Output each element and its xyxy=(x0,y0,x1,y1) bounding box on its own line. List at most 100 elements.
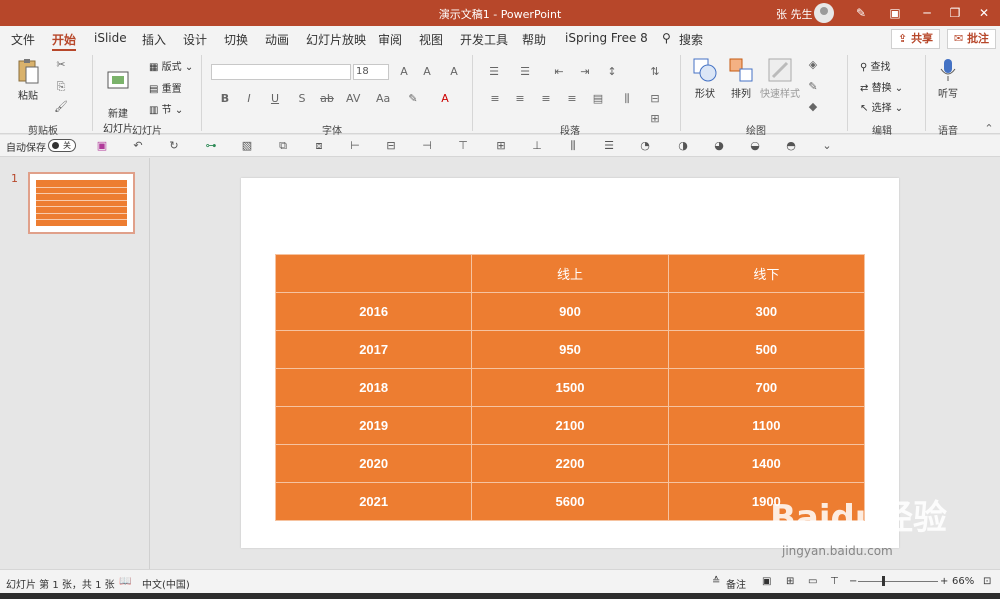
slideshow-icon[interactable]: ⊤ xyxy=(830,576,839,587)
ruler-icon[interactable]: ⊶ xyxy=(204,139,218,153)
align-left-objects-icon[interactable]: ⊢ xyxy=(348,139,362,153)
align-center-objects-icon[interactable]: ⊟ xyxy=(384,139,398,153)
align-right-objects-icon[interactable]: ⊣ xyxy=(420,139,434,153)
language-indicator[interactable]: 中文(中国) xyxy=(142,576,190,591)
tab-file[interactable]: 文件 xyxy=(11,31,35,48)
ribbon-display-icon[interactable]: ▣ xyxy=(886,4,904,22)
union-icon[interactable]: ◑ xyxy=(676,139,690,153)
table-cell[interactable]: 950 xyxy=(471,330,669,369)
distribute-vertical-icon[interactable]: ☰ xyxy=(602,139,616,153)
replace-button[interactable]: ⇄ 替换 ⌄ xyxy=(860,79,903,94)
change-case-icon[interactable]: Aa xyxy=(376,93,390,105)
group-icon[interactable]: ⧉ xyxy=(276,139,290,153)
distribute-horizontal-icon[interactable]: ⫼ xyxy=(566,139,580,153)
table-header-cell[interactable] xyxy=(274,254,473,293)
share-button[interactable]: ⇪ 共享 xyxy=(891,29,941,49)
tab-view[interactable]: 视图 xyxy=(419,31,443,48)
bullets-icon[interactable]: ☰ xyxy=(487,66,501,78)
avatar[interactable] xyxy=(814,3,834,23)
table-cell[interactable]: 2019 xyxy=(274,406,473,445)
highlight-icon[interactable]: ✎ xyxy=(406,93,420,105)
table-cell[interactable]: 2017 xyxy=(274,330,473,369)
table-cell[interactable]: 1500 xyxy=(471,368,669,407)
shapes-button[interactable]: 形状 xyxy=(690,57,720,100)
line-spacing-icon[interactable]: ↕ xyxy=(605,66,619,78)
paste-button[interactable]: 粘贴 xyxy=(14,57,42,102)
table-header-cell[interactable]: 线上 xyxy=(471,254,669,293)
normal-view-icon[interactable]: ▣ xyxy=(762,576,771,587)
align-center-icon[interactable]: ≡ xyxy=(513,93,527,105)
underline-icon[interactable]: U xyxy=(268,93,282,105)
zoom-slider[interactable] xyxy=(858,581,938,582)
search-label[interactable]: 搜索 xyxy=(679,31,703,48)
zoom-slider-thumb[interactable] xyxy=(882,576,885,586)
data-table[interactable]: 线上 线下 2016 900 300 2017 950 500 2018 150… xyxy=(274,254,866,521)
tab-home[interactable]: 开始 xyxy=(52,31,77,51)
spellcheck-icon[interactable]: 📖 xyxy=(119,576,131,587)
char-spacing-icon[interactable]: AV xyxy=(346,93,360,105)
cut-icon[interactable]: ✂ xyxy=(54,59,68,71)
dictate-button[interactable]: 听写 xyxy=(933,57,963,100)
shape-outline-icon[interactable]: ✎ xyxy=(806,81,820,93)
select-button[interactable]: ↖ 选择 ⌄ xyxy=(860,99,903,114)
bold-icon[interactable]: B xyxy=(218,93,232,105)
shape-effects-icon[interactable]: ◆ xyxy=(806,101,820,113)
align-text-icon[interactable]: ⊟ xyxy=(648,93,662,105)
table-cell[interactable]: 1100 xyxy=(667,406,866,445)
find-button[interactable]: ⚲ 查找 xyxy=(860,58,891,73)
zoom-out-icon[interactable]: − xyxy=(849,576,857,587)
grow-font-icon[interactable]: A xyxy=(397,66,411,78)
table-cell[interactable]: 500 xyxy=(667,330,866,369)
undo-icon[interactable]: ↶ xyxy=(131,139,145,153)
table-cell[interactable]: 2020 xyxy=(274,444,473,483)
copy-icon[interactable]: ⎘ xyxy=(54,81,68,93)
table-cell[interactable]: 2100 xyxy=(471,406,669,445)
intersect-icon[interactable]: ◒ xyxy=(748,139,762,153)
search-icon[interactable]: ⚲ xyxy=(662,31,671,45)
smartart-icon[interactable]: ⊞ xyxy=(648,113,662,125)
table-cell[interactable]: 2016 xyxy=(274,292,473,331)
tab-review[interactable]: 审阅 xyxy=(378,31,402,48)
italic-icon[interactable]: I xyxy=(242,93,256,105)
table-cell[interactable]: 300 xyxy=(667,292,866,331)
redo-icon[interactable]: ↻ xyxy=(167,139,181,153)
tab-ispring[interactable]: iSpring Free 8 xyxy=(565,31,648,45)
notes-button[interactable]: 备注 xyxy=(726,576,746,591)
fit-slide-icon[interactable]: ⊡ xyxy=(983,576,991,587)
format-painter-icon[interactable]: 🖌 xyxy=(54,101,68,113)
shrink-font-icon[interactable]: A xyxy=(420,66,434,78)
shape-fill-icon[interactable]: ◈ xyxy=(806,59,820,71)
comment-button[interactable]: ✉ 批注 xyxy=(947,29,997,49)
font-color-icon[interactable]: A xyxy=(438,93,452,105)
font-size-input[interactable]: 18 xyxy=(353,64,389,80)
insert-shape-icon[interactable]: ▧ xyxy=(240,139,254,153)
reading-view-icon[interactable]: ▭ xyxy=(808,576,817,587)
customize-qat-icon[interactable]: ⌄ xyxy=(820,139,834,153)
layout-button[interactable]: ▦ 版式 ⌄ xyxy=(149,58,193,73)
tab-islide[interactable]: iSlide xyxy=(94,31,127,45)
autosave-toggle[interactable]: 关 xyxy=(48,139,76,152)
user-name[interactable]: 张 先生 xyxy=(776,6,813,22)
quick-styles-button[interactable]: 快速样式 xyxy=(758,57,802,100)
ungroup-icon[interactable]: ⧈ xyxy=(312,139,326,153)
tab-transitions[interactable]: 切换 xyxy=(224,31,248,48)
align-top-icon[interactable]: ⊤ xyxy=(456,139,470,153)
numbering-icon[interactable]: ☰ xyxy=(518,66,532,78)
distributed-icon[interactable]: ▤ xyxy=(591,93,605,105)
minimize-icon[interactable]: ─ xyxy=(918,4,936,22)
tab-animations[interactable]: 动画 xyxy=(265,31,289,48)
notes-icon[interactable]: ≙ xyxy=(712,576,720,587)
table-cell[interactable]: 2021 xyxy=(274,482,473,521)
collapse-ribbon-icon[interactable]: ⌃ xyxy=(982,123,996,135)
tab-slideshow[interactable]: 幻灯片放映 xyxy=(306,31,366,48)
slide-thumbnail[interactable] xyxy=(28,172,135,234)
slide-sorter-icon[interactable]: ⊞ xyxy=(786,576,794,587)
pen-icon[interactable]: ✎ xyxy=(852,4,870,22)
combine-icon[interactable]: ◕ xyxy=(712,139,726,153)
increase-indent-icon[interactable]: ⇥ xyxy=(578,66,592,78)
section-button[interactable]: ▥ 节 ⌄ xyxy=(149,101,183,116)
tab-developer[interactable]: 开发工具 xyxy=(460,31,508,48)
save-icon[interactable]: ▣ xyxy=(95,139,109,153)
clear-format-icon[interactable]: A xyxy=(447,66,461,78)
merge-shapes-icon[interactable]: ◔ xyxy=(638,139,652,153)
